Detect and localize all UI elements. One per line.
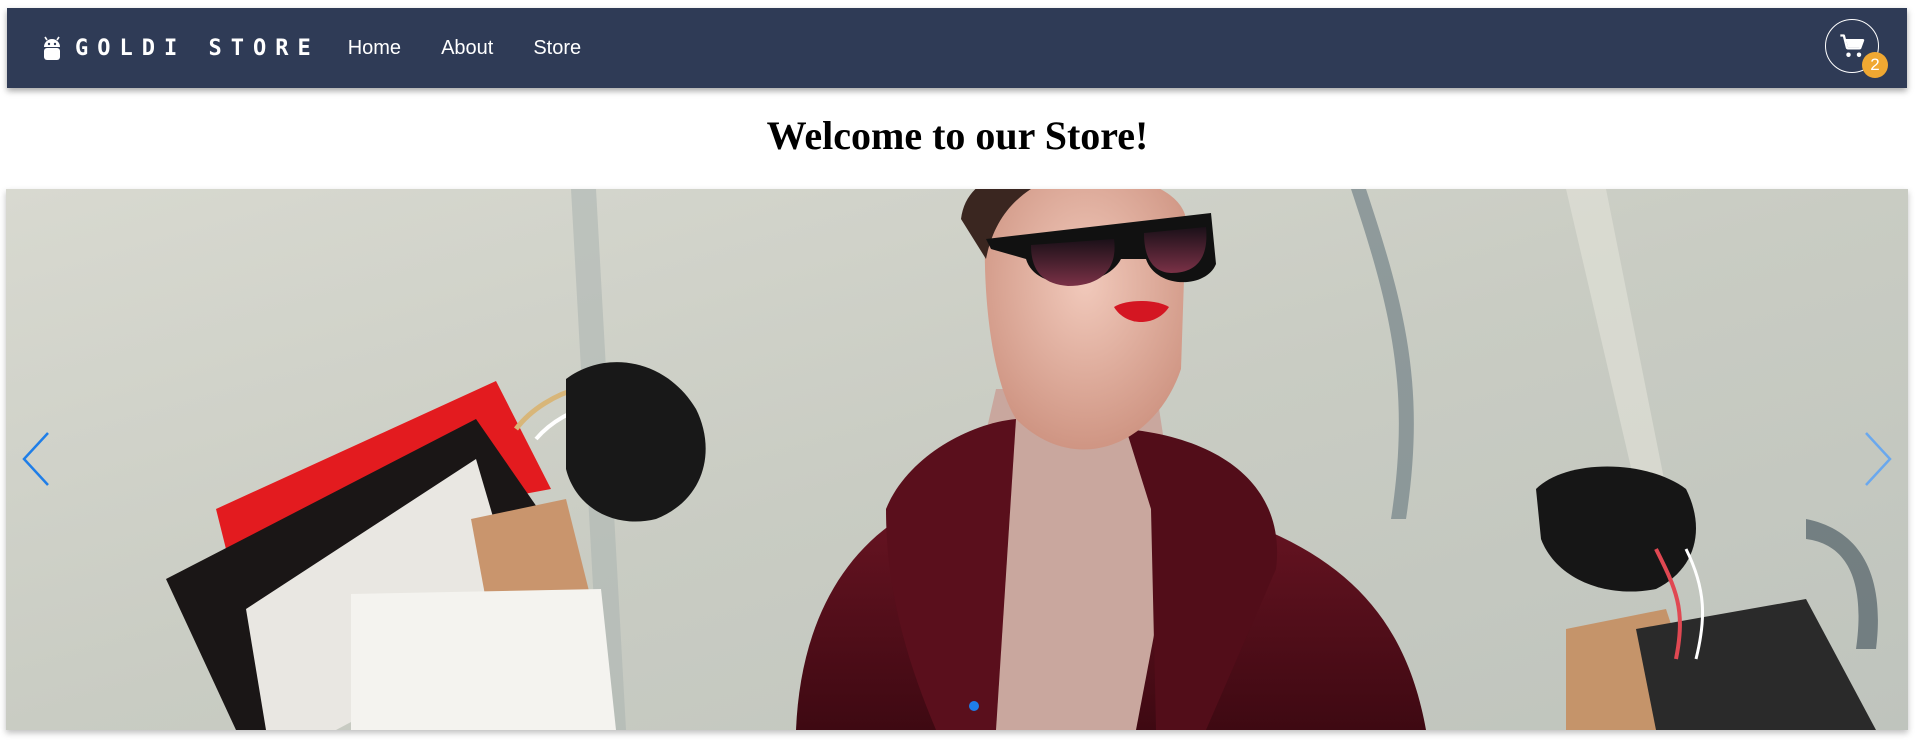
cart-count-badge: 2 xyxy=(1862,52,1888,78)
top-navbar: GOLDI STORE Home About Store 2 xyxy=(7,8,1907,88)
hero-carousel xyxy=(6,189,1908,730)
android-logo-icon xyxy=(44,36,60,60)
carousel-indicator-1[interactable] xyxy=(969,701,979,711)
carousel-slide-image xyxy=(6,189,1908,730)
nav-link-home[interactable]: Home xyxy=(348,37,401,60)
carousel-indicators xyxy=(969,701,979,711)
carousel-prev-button[interactable] xyxy=(16,429,56,489)
cart-button[interactable]: 2 xyxy=(1825,19,1888,78)
brand[interactable]: GOLDI STORE xyxy=(41,33,320,63)
brand-name: GOLDI STORE xyxy=(75,35,320,61)
cart-icon xyxy=(1840,34,1865,57)
nav-link-about[interactable]: About xyxy=(441,37,493,60)
carousel-next-button[interactable] xyxy=(1858,429,1898,489)
nav-links: Home About Store xyxy=(348,37,621,60)
chevron-right-icon xyxy=(1865,432,1892,486)
nav-link-store[interactable]: Store xyxy=(533,37,581,60)
page-title: Welcome to our Store! xyxy=(766,113,1149,158)
chevron-left-icon xyxy=(22,432,49,486)
